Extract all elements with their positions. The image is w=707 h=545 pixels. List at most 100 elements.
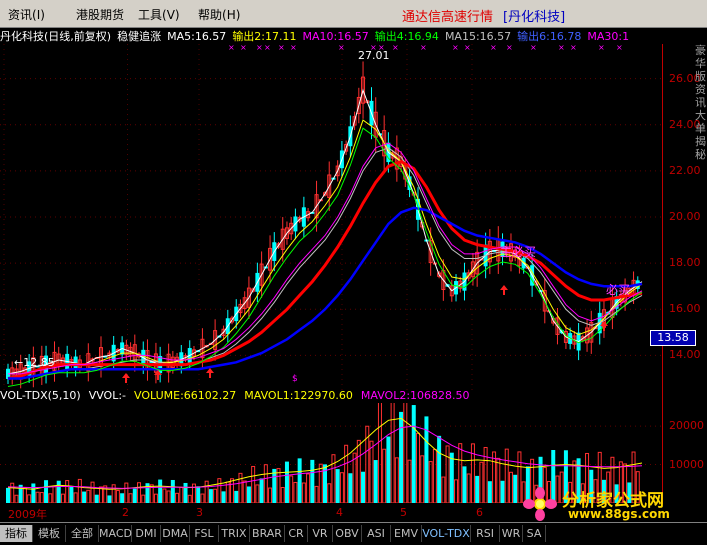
volume-bar bbox=[487, 481, 492, 503]
menu-item-help[interactable]: 帮助(H) bbox=[198, 6, 240, 23]
buy-arrow-icon bbox=[122, 373, 130, 383]
price-chart[interactable]: × × × × × × × × × × × × × × × × × × × × bbox=[0, 44, 662, 390]
tab-brar[interactable]: BRAR bbox=[250, 525, 285, 542]
volume-bar bbox=[407, 459, 412, 503]
volume-bar bbox=[513, 474, 518, 503]
buy-arrow-icon bbox=[500, 285, 508, 295]
signal-x-marker: × bbox=[290, 44, 297, 52]
volume-bar bbox=[82, 491, 87, 503]
signal-x-marker: × bbox=[598, 44, 605, 52]
tab-rsi[interactable]: RSI bbox=[471, 525, 500, 542]
y-tick-label: 22.00 bbox=[669, 163, 701, 177]
signal-x-marker: × bbox=[264, 44, 271, 52]
volume-bar bbox=[175, 492, 180, 503]
volume-bar bbox=[420, 455, 425, 503]
tab-emv[interactable]: EMV bbox=[391, 525, 422, 542]
menu-item-tools[interactable]: 工具(V) bbox=[138, 6, 180, 23]
volume-bar bbox=[10, 482, 15, 503]
volume-bar bbox=[504, 448, 509, 503]
volume-bar bbox=[230, 478, 235, 503]
volume-bar bbox=[22, 487, 27, 503]
volume-bar bbox=[208, 489, 213, 503]
volume-bar bbox=[204, 480, 209, 503]
indicator-name[interactable]: 稳健追涨 bbox=[117, 30, 161, 43]
signal-x-marker: × bbox=[506, 44, 513, 52]
tab-dma[interactable]: DMA bbox=[161, 525, 190, 542]
ma5-readout: MA5:16.57 bbox=[167, 30, 227, 43]
tab-cr[interactable]: CR bbox=[285, 525, 308, 542]
signal-buy-1: 主必买 bbox=[500, 245, 537, 259]
volume-bar bbox=[373, 460, 378, 503]
volume-bar bbox=[458, 443, 463, 503]
stock-name: 丹化科技(日线,前复权) bbox=[0, 30, 112, 43]
out6-readout: 输出6:16.78 bbox=[517, 30, 582, 43]
volume-bar bbox=[483, 446, 488, 503]
volume-bar bbox=[470, 443, 475, 503]
tab-asi[interactable]: ASI bbox=[362, 525, 391, 542]
volume-bar bbox=[221, 491, 226, 503]
volume-bar bbox=[90, 481, 95, 503]
volume-bar bbox=[251, 465, 256, 503]
volume-bar bbox=[411, 405, 416, 503]
volume-bar bbox=[69, 485, 74, 503]
volume-bar bbox=[348, 473, 353, 503]
tab-obv[interactable]: OBV bbox=[333, 525, 362, 542]
tab-macd[interactable]: MACD bbox=[99, 525, 132, 542]
signal-buy-2: 必买 bbox=[606, 283, 631, 297]
volume-bar bbox=[284, 461, 289, 503]
volume-bar bbox=[318, 463, 323, 503]
volume-bar bbox=[137, 482, 142, 503]
tab-模板[interactable]: 模板 bbox=[33, 525, 66, 542]
ma30-readout: MA30:1 bbox=[587, 30, 630, 43]
out2-readout: 输出2:17.11 bbox=[232, 30, 297, 43]
tab-sa[interactable]: SA bbox=[523, 525, 546, 542]
vol-title[interactable]: VOL-TDX(5,10) bbox=[0, 389, 81, 402]
volume-bar bbox=[44, 480, 49, 503]
tab-trix[interactable]: TRIX bbox=[219, 525, 250, 542]
ma15-readout: MA15:16.57 bbox=[444, 30, 512, 43]
signal-x-marker: × bbox=[338, 44, 345, 52]
tab-dmi[interactable]: DMI bbox=[132, 525, 161, 542]
current-price-box: 13.58 bbox=[650, 330, 696, 346]
signal-x-marker: × bbox=[392, 44, 399, 52]
volume-bar bbox=[335, 469, 340, 503]
volume-bar bbox=[35, 491, 40, 503]
series-line-1 bbox=[7, 119, 643, 379]
watermark: 分析家公式网 www.88gs.com bbox=[520, 486, 700, 522]
x-tick-label: 2 bbox=[122, 506, 129, 519]
tab-指标[interactable]: 指标 bbox=[0, 525, 33, 542]
volume-bar bbox=[242, 480, 247, 503]
menu-bar: 资讯(I) 港股期货 工具(V) 帮助(H) 通达信高速行情 [丹化科技] bbox=[0, 0, 707, 28]
volume-bar bbox=[14, 494, 19, 503]
app-title: 通达信高速行情 bbox=[402, 10, 494, 25]
volume-bar bbox=[508, 471, 513, 503]
volume-bar bbox=[196, 486, 201, 503]
mavol2-readout: MAVOL2:106828.50 bbox=[360, 389, 470, 402]
side-panel-text[interactable]: 豪华版资讯大单揭秘 bbox=[695, 44, 707, 161]
volume-bar bbox=[310, 459, 315, 503]
volume-bar bbox=[500, 480, 505, 503]
volume-bar bbox=[449, 452, 454, 503]
volume-bar bbox=[382, 448, 387, 503]
volume-bar bbox=[141, 494, 146, 503]
x-tick-label: 5 bbox=[400, 506, 407, 519]
tab-vr[interactable]: VR bbox=[308, 525, 333, 542]
y-tick-label: 20.00 bbox=[669, 210, 701, 223]
volume-bar bbox=[432, 448, 437, 503]
volume-bar bbox=[115, 490, 120, 503]
volume-bar bbox=[356, 439, 361, 503]
tab-vol-tdx[interactable]: VOL-TDX bbox=[422, 525, 471, 542]
watermark-url: www.88gs.com bbox=[568, 507, 670, 521]
volume-bar bbox=[153, 493, 158, 503]
tab-fsl[interactable]: FSL bbox=[190, 525, 219, 542]
volume-readout: VOLUME:66102.27 bbox=[134, 389, 237, 402]
volume-bar bbox=[272, 468, 277, 503]
menu-item-hk-futures[interactable]: 港股期货 bbox=[76, 6, 124, 23]
low-label: ←12.85 bbox=[14, 356, 55, 369]
volume-bar bbox=[98, 486, 103, 503]
tab-wr[interactable]: WR bbox=[500, 525, 523, 542]
tab-全部[interactable]: 全部 bbox=[66, 525, 99, 542]
volume-bar bbox=[441, 476, 446, 503]
volume-bar bbox=[390, 403, 395, 503]
menu-item-info[interactable]: 资讯(I) bbox=[8, 6, 45, 23]
